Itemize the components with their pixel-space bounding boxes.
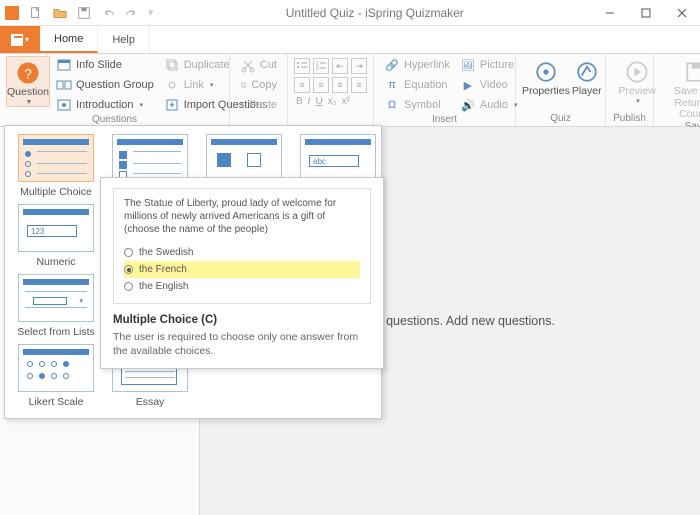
tooltip-preview: The Statue of Liberty, proud lady of wel… — [113, 188, 371, 304]
content-area: has no questions. Add new questions. Mul… — [0, 127, 700, 515]
gallery-item-select-lists[interactable]: ▾Select from Lists — [11, 274, 101, 338]
copy-button[interactable]: Copy — [236, 76, 281, 94]
tab-strip: ▾ Home Help — [0, 26, 700, 54]
group-publish-label: Publish — [612, 113, 647, 126]
group-quiz-label: Quiz — [522, 113, 599, 126]
question-button[interactable]: ? Question ▼ — [6, 56, 50, 107]
properties-button[interactable]: Properties — [522, 56, 570, 98]
ribbon: ? Question ▼ Info Slide Question Group I… — [0, 54, 700, 127]
align-right-button[interactable]: ≡ — [332, 77, 348, 93]
gallery-item-likert[interactable]: Likert Scale — [11, 344, 101, 408]
numbering-button[interactable]: 12 — [313, 58, 329, 74]
qat-more[interactable]: ▾ — [148, 6, 154, 19]
tooltip-title: Multiple Choice (C) — [113, 314, 371, 326]
window-title: Untitled Quiz - iSpring Quizmaker — [158, 6, 592, 20]
align-justify-button[interactable]: ≡ — [351, 77, 367, 93]
indent-button[interactable]: ⇥ — [351, 58, 367, 74]
redo-icon[interactable] — [122, 3, 142, 23]
bullets-button[interactable] — [294, 58, 310, 74]
tooltip-desc: The user is required to choose only one … — [113, 330, 371, 358]
cut-button[interactable]: Cut — [236, 56, 281, 74]
symbol-button[interactable]: ΩSymbol — [380, 96, 454, 114]
undo-icon[interactable] — [98, 3, 118, 23]
align-center-button[interactable]: ≡ — [313, 77, 329, 93]
open-icon[interactable] — [50, 3, 70, 23]
minimize-button[interactable] — [592, 0, 628, 26]
bold-button[interactable]: B — [296, 96, 303, 107]
superscript-button[interactable]: x² — [342, 96, 350, 107]
title-bar: ▾ Untitled Quiz - iSpring Quizmaker — [0, 0, 700, 26]
tab-home[interactable]: Home — [40, 26, 98, 53]
tooltip-panel: The Statue of Liberty, proud lady of wel… — [100, 177, 384, 369]
outdent-button[interactable]: ⇤ — [332, 58, 348, 74]
tooltip-question: The Statue of Liberty, proud lady of wel… — [124, 197, 360, 236]
tab-help[interactable]: Help — [98, 26, 150, 53]
tooltip-opt-3: the English — [124, 278, 360, 295]
picture-button[interactable]: 🖼Picture — [456, 56, 522, 74]
question-label: Question — [7, 87, 49, 99]
subscript-button[interactable]: x₂ — [328, 96, 337, 107]
audio-button[interactable]: 🔊Audio▾ — [456, 96, 522, 114]
file-menu-button[interactable]: ▾ — [0, 26, 40, 53]
save-return-button[interactable]: Save and Return to Course — [660, 56, 700, 121]
tooltip-opt-2: the French — [124, 261, 360, 278]
italic-button[interactable]: I — [308, 96, 311, 107]
close-button[interactable] — [664, 0, 700, 26]
save-icon[interactable] — [74, 3, 94, 23]
group-insert-label: Insert — [380, 114, 509, 127]
gallery-item-multiple-choice[interactable]: Multiple Choice — [11, 134, 101, 198]
app-icon — [2, 3, 22, 23]
hyperlink-button[interactable]: 🔗Hyperlink — [380, 56, 454, 74]
player-button[interactable]: Player — [572, 56, 602, 98]
paste-button[interactable]: Paste — [236, 96, 281, 114]
maximize-button[interactable] — [628, 0, 664, 26]
new-doc-icon[interactable] — [26, 3, 46, 23]
svg-text:?: ? — [24, 65, 32, 81]
question-group-button[interactable]: Question Group — [52, 76, 158, 94]
tooltip-opt-1: the Swedish — [124, 244, 360, 261]
introduction-button[interactable]: Introduction▾ — [52, 96, 158, 114]
gallery-item-numeric[interactable]: 123Numeric — [11, 204, 101, 268]
video-button[interactable]: ▶Video — [456, 76, 522, 94]
info-slide-button[interactable]: Info Slide — [52, 56, 158, 74]
underline-button[interactable]: U — [315, 96, 322, 107]
svg-text:2: 2 — [316, 66, 319, 72]
equation-button[interactable]: πEquation — [380, 76, 454, 94]
align-left-button[interactable]: ≡ — [294, 77, 310, 93]
